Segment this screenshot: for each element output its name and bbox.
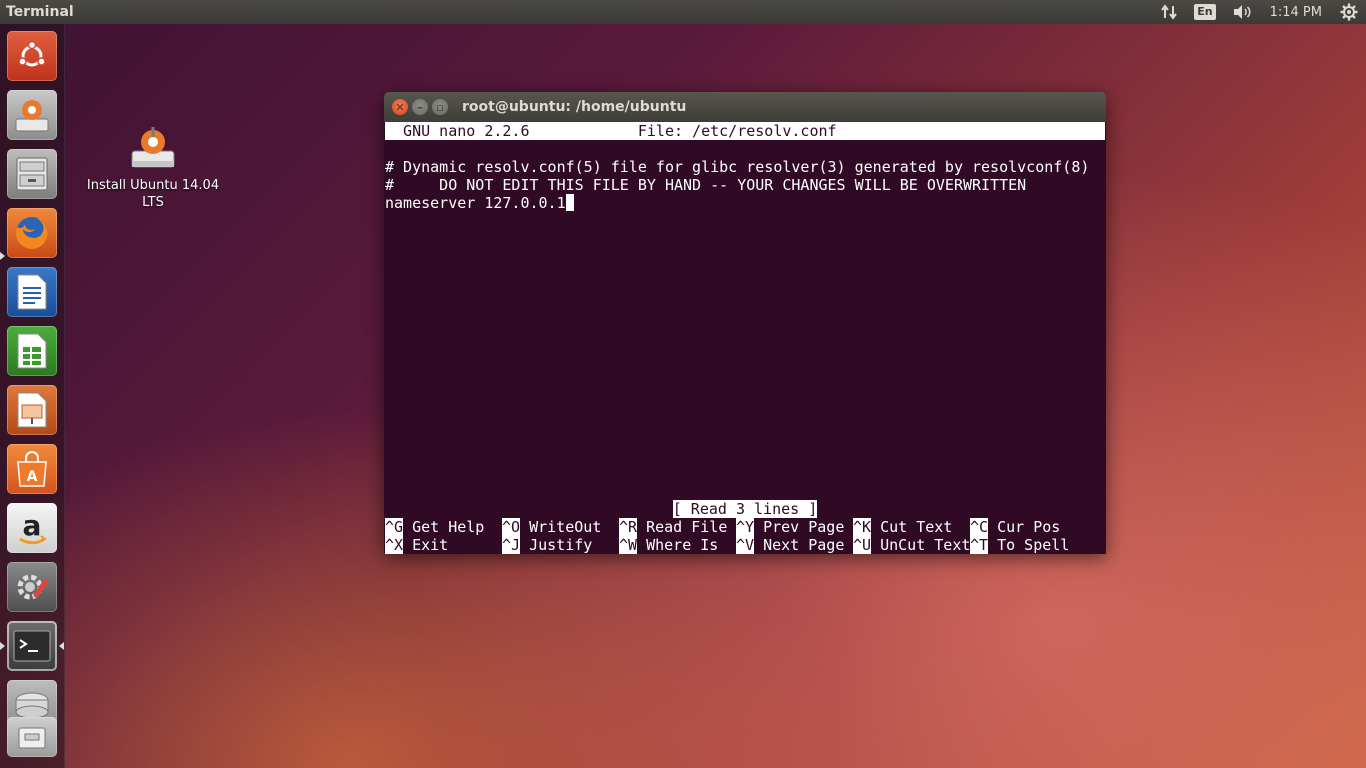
writer-icon [17, 274, 47, 310]
shopping-bag-icon: A [17, 451, 47, 487]
shortcut-read-file[interactable]: ^R Read File [619, 518, 736, 536]
launcher-libreoffice-writer[interactable] [7, 267, 57, 317]
window-titlebar[interactable]: ✕ – ▫ root@ubuntu: /home/ubuntu [384, 92, 1106, 122]
shortcut-exit[interactable]: ^X Exit [385, 536, 502, 554]
terminal-icon [13, 630, 51, 662]
shortcut-key: ^V [736, 536, 755, 554]
desktop-install-ubuntu[interactable]: Install Ubuntu 14.04 LTS [84, 125, 222, 211]
shortcut-key: ^G [385, 518, 404, 536]
shortcut-row-2: ^X Exit ^J Justify ^W Where Is ^V Next P… [385, 536, 1087, 554]
shortcut-cur-pos[interactable]: ^C Cur Pos [970, 518, 1087, 536]
shortcut-key: ^O [502, 518, 521, 536]
shortcut-key: ^T [970, 536, 989, 554]
file-line-2: # DO NOT EDIT THIS FILE BY HAND -- YOUR … [385, 176, 1027, 194]
active-app-title: Terminal [6, 4, 74, 20]
clock[interactable]: 1:14 PM [1260, 0, 1332, 24]
shortcut-label: Cut Text [871, 518, 953, 536]
shortcut-label: UnCut Text [871, 536, 971, 554]
impress-icon [17, 392, 47, 428]
file-line-1: # Dynamic resolv.conf(5) file for glibc … [385, 158, 1090, 176]
installer-icon [15, 100, 49, 132]
shortcut-label: Justify [520, 536, 593, 554]
status-message: [ Read 3 lines ] [672, 500, 818, 518]
shortcut-uncut-text[interactable]: ^U UnCut Text [853, 536, 970, 554]
shortcut-key: ^C [970, 518, 989, 536]
maximize-icon[interactable]: ▫ [432, 99, 448, 115]
launcher-libreoffice-calc[interactable] [7, 326, 57, 376]
settings-gear-icon [17, 574, 49, 600]
shortcut-key: ^K [853, 518, 872, 536]
terminal-window: ✕ – ▫ root@ubuntu: /home/ubuntu GNU nano… [384, 92, 1106, 554]
shortcut-label: Where Is [637, 536, 719, 554]
launcher: A a [0, 24, 65, 768]
shortcut-cut-text[interactable]: ^K Cut Text [853, 518, 970, 536]
close-icon[interactable]: ✕ [392, 99, 408, 115]
shortcut-to-spell[interactable]: ^T To Spell [970, 536, 1087, 554]
svg-text:A: A [27, 469, 38, 485]
launcher-amazon[interactable]: a [7, 503, 57, 553]
shortcut-key: ^X [385, 536, 404, 554]
launcher-terminal[interactable] [7, 621, 57, 671]
svg-text:a: a [23, 509, 42, 542]
launcher-libreoffice-impress[interactable] [7, 385, 57, 435]
file-line-3: nameserver 127.0.0.1 [385, 194, 574, 212]
launcher-firefox[interactable] [7, 208, 57, 258]
minimize-icon[interactable]: – [412, 99, 428, 115]
keyboard-layout-indicator[interactable]: En [1186, 0, 1223, 24]
running-indicator [0, 252, 5, 260]
shortcut-label: Prev Page [754, 518, 845, 536]
shortcut-prev-page[interactable]: ^Y Prev Page [736, 518, 853, 536]
trash-icon [18, 727, 46, 749]
shortcut-label: Next Page [754, 536, 845, 554]
indicator-area: En 1:14 PM [1152, 0, 1366, 24]
terminal-content[interactable]: GNU nano 2.2.6 File: /etc/resolv.conf # … [384, 122, 1106, 554]
ubuntu-logo-icon [18, 40, 46, 67]
amazon-icon: a [19, 509, 47, 545]
shortcut-key: ^W [619, 536, 638, 554]
shortcut-key: ^U [853, 536, 872, 554]
text-cursor [565, 194, 574, 211]
shortcut-row-1: ^G Get Help ^O WriteOut ^R Read File ^Y … [385, 518, 1087, 536]
shortcut-writeout[interactable]: ^O WriteOut [502, 518, 619, 536]
network-icon[interactable] [1152, 0, 1186, 24]
shortcut-label: Read File [637, 518, 728, 536]
desktop-icon-label: Install Ubuntu 14.04 LTS [86, 178, 220, 210]
keyboard-layout-label: En [1194, 4, 1216, 20]
shortcut-key: ^Y [736, 518, 755, 536]
firefox-icon [15, 217, 48, 249]
launcher-dash-home[interactable] [7, 31, 57, 81]
running-indicator [0, 642, 5, 650]
top-panel: Terminal En 1:14 PM [0, 0, 1366, 24]
nano-header: GNU nano 2.2.6 File: /etc/resolv.conf [385, 122, 1106, 140]
window-title: root@ubuntu: /home/ubuntu [462, 99, 687, 115]
shortcut-next-page[interactable]: ^V Next Page [736, 536, 853, 554]
shortcut-label: WriteOut [520, 518, 602, 536]
calc-icon [17, 333, 47, 369]
shortcut-label: Get Help [403, 518, 485, 536]
focused-indicator [59, 642, 64, 650]
shortcut-get-help[interactable]: ^G Get Help [385, 518, 502, 536]
launcher-trash[interactable] [7, 717, 57, 757]
launcher-software-center[interactable]: A [7, 444, 57, 494]
shortcut-where-is[interactable]: ^W Where Is [619, 536, 736, 554]
shortcut-label: Cur Pos [988, 518, 1061, 536]
launcher-system-settings[interactable] [7, 562, 57, 612]
session-gear-icon[interactable] [1332, 0, 1366, 24]
shortcut-label: To Spell [988, 536, 1070, 554]
shortcut-key: ^J [502, 536, 521, 554]
volume-icon[interactable] [1224, 0, 1260, 24]
launcher-files[interactable] [7, 149, 57, 199]
nano-status: [ Read 3 lines ] [384, 500, 1106, 518]
file-line-3-text: nameserver 127.0.0.1 [385, 194, 566, 212]
shortcut-justify[interactable]: ^J Justify [502, 536, 619, 554]
installer-icon [131, 127, 175, 168]
launcher-install-ubuntu[interactable] [7, 90, 57, 140]
shortcut-key: ^R [619, 518, 638, 536]
file-cabinet-icon [16, 157, 48, 191]
shortcut-label: Exit [403, 536, 449, 554]
